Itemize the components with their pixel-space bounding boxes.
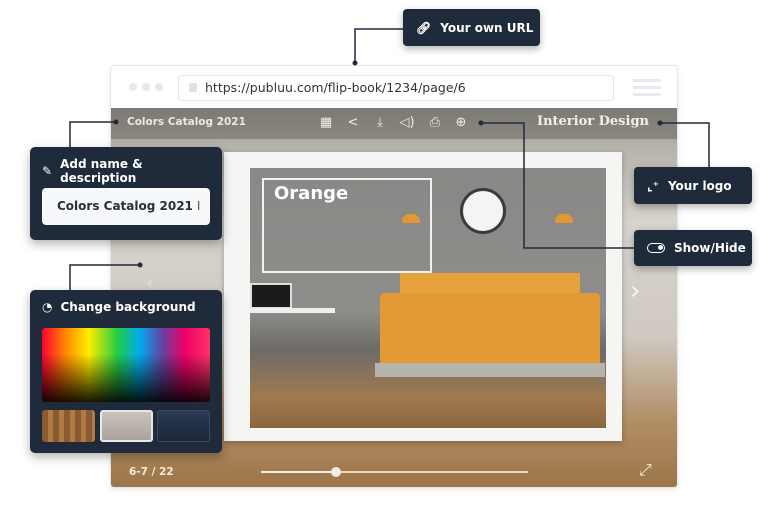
callout-logo-label: Your logo	[667, 178, 732, 193]
pencil-icon: ✎	[42, 164, 53, 178]
name-description-panel: ✎ Add name & description Colors Catalog 2…	[30, 147, 222, 240]
panel-title: ◔ Change background	[42, 300, 196, 314]
swatch-navy[interactable]	[157, 410, 210, 442]
palette-icon: ◔	[42, 300, 53, 314]
swatch-concrete[interactable]	[100, 410, 153, 442]
add-logo-icon: ⌞⁺	[647, 178, 659, 193]
panel-title-text: Change background	[60, 300, 196, 314]
swatch-wood[interactable]	[42, 410, 95, 442]
callout-logo: ⌞⁺ Your logo	[634, 167, 752, 204]
text-cursor-icon: I	[196, 199, 201, 213]
callout-show-hide: Show/Hide	[634, 230, 752, 266]
toggle-icon[interactable]	[647, 243, 665, 253]
panel-title-text: Add name & description	[60, 157, 143, 185]
color-spectrum-picker[interactable]	[42, 328, 210, 402]
callout-url-label: Your own URL	[440, 20, 534, 35]
change-background-panel: ◔ Change background	[30, 290, 222, 453]
callout-show-hide-label: Show/Hide	[674, 241, 746, 255]
name-input-value: Colors Catalog 2021	[57, 199, 193, 213]
panel-title: ✎ Add name & description	[42, 157, 222, 185]
callout-url: 🔗︎ Your own URL	[403, 9, 540, 46]
link-icon: 🔗︎	[416, 20, 432, 35]
name-input[interactable]: Colors Catalog 2021 I	[42, 188, 210, 225]
